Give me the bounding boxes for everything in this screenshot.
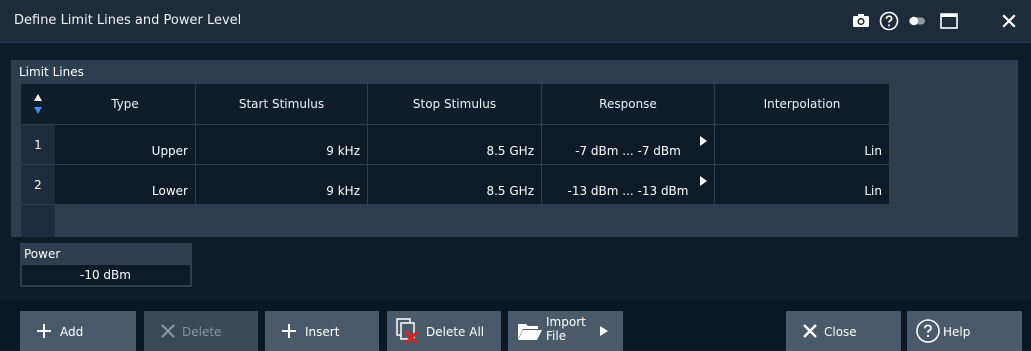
import-label-line1: Import — [546, 315, 586, 329]
import-file-button[interactable]: Import File — [508, 311, 623, 351]
start-stimulus-cell[interactable]: 9 kHz — [196, 164, 368, 204]
type-cell[interactable]: Upper — [55, 124, 196, 164]
column-header-type[interactable]: Type — [55, 84, 196, 124]
column-header-stop-stimulus[interactable]: Stop Stimulus — [368, 84, 542, 124]
start-stimulus-cell[interactable]: 9 kHz — [196, 124, 368, 164]
limit-lines-table: Type Start Stimulus Stop Stimulus Respon… — [21, 84, 1017, 237]
stop-stimulus-cell[interactable]: 8.5 GHz — [368, 164, 542, 204]
column-header-interpolation[interactable]: Interpolation — [715, 84, 890, 124]
row-number[interactable]: 1 — [21, 124, 55, 164]
power-label: Power — [24, 247, 61, 261]
insert-button[interactable]: Insert — [265, 311, 379, 351]
plus-icon — [282, 324, 296, 338]
new-row-marker[interactable] — [21, 204, 55, 237]
delete-button-label: Delete — [182, 325, 222, 339]
column-header-response[interactable]: Response — [542, 84, 715, 124]
folder-open-icon — [518, 324, 542, 340]
add-button[interactable]: Add — [20, 311, 136, 351]
delete-all-button[interactable]: Delete All — [387, 311, 501, 351]
row-number[interactable]: 2 — [21, 164, 55, 204]
interpolation-cell[interactable]: Lin — [715, 164, 890, 204]
response-value: -7 dBm ... -7 dBm — [575, 144, 681, 158]
add-button-label: Add — [60, 325, 84, 339]
response-cell[interactable]: -7 dBm ... -7 dBm — [542, 124, 715, 164]
help-circle-icon — [916, 319, 940, 343]
power-input[interactable]: -10 dBm — [22, 265, 190, 285]
help-circle-icon[interactable] — [877, 9, 901, 33]
dialog-title-bar: Define Limit Lines and Power Level — [0, 0, 1031, 43]
plus-icon — [37, 324, 51, 338]
dialog-title: Define Limit Lines and Power Level — [14, 13, 242, 28]
power-panel: Power -10 dBm — [20, 243, 192, 287]
camera-icon[interactable] — [849, 9, 873, 33]
sort-toggle[interactable] — [21, 84, 55, 124]
close-icon[interactable] — [997, 9, 1021, 33]
close-button[interactable]: Close — [786, 311, 901, 351]
x-icon — [803, 324, 817, 338]
response-cell[interactable]: -13 dBm ... -13 dBm — [542, 164, 715, 204]
type-cell[interactable]: Lower — [55, 164, 196, 204]
limit-lines-title: Limit Lines — [19, 65, 84, 79]
toggle-icon[interactable] — [905, 9, 929, 33]
insert-button-label: Insert — [305, 325, 340, 339]
submenu-arrow-icon — [600, 326, 608, 336]
close-button-label: Close — [824, 325, 857, 339]
help-button-label: Help — [943, 325, 971, 339]
button-bar: Add Delete Insert Delete All Import File — [0, 301, 1031, 351]
help-button[interactable]: Help — [907, 311, 1022, 351]
expand-arrow-icon[interactable] — [700, 136, 707, 146]
import-file-button-label: Import File — [546, 315, 586, 343]
column-header-start-stimulus[interactable]: Start Stimulus — [196, 84, 368, 124]
interpolation-cell[interactable]: Lin — [715, 124, 890, 164]
delete-all-icon — [396, 318, 419, 345]
stop-stimulus-cell[interactable]: 8.5 GHz — [368, 124, 542, 164]
expand-arrow-icon[interactable] — [700, 176, 707, 186]
delete-button[interactable]: Delete — [144, 311, 258, 351]
maximize-icon[interactable] — [937, 9, 961, 33]
response-value: -13 dBm ... -13 dBm — [567, 184, 689, 198]
delete-all-button-label: Delete All — [426, 325, 485, 339]
import-label-line2: File — [546, 329, 567, 343]
x-icon — [161, 324, 175, 338]
